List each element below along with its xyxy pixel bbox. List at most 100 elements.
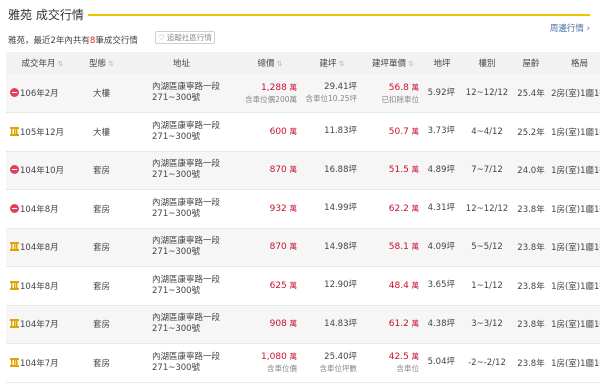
area-value: 29.41坪 (324, 82, 357, 92)
cell-layout: 1房(室)1廳1衛 (551, 127, 600, 138)
cell-land: 5.04坪 (427, 357, 455, 368)
cell-address: 內湖區康寧路一段 271~300號 (124, 344, 239, 383)
cell-address: 內湖區康寧路一段 271~300號 (124, 228, 239, 267)
table-row[interactable]: 104年8月 套房 內湖區康寧路一段 271~300號 932 萬 14.99坪 62.2 … (6, 190, 600, 229)
price-value: 600 (269, 126, 287, 137)
cell-land: 4.31坪 (427, 203, 455, 214)
follow-label: 追蹤社區行情 (166, 33, 212, 42)
cell-age: 23.8年 (517, 204, 545, 215)
cell-area: 11.83坪 (301, 113, 363, 152)
area-note: 含車位坪數 (319, 363, 358, 373)
cell-area: 14.83坪 (301, 305, 363, 344)
cell-unit-price: 42.5 萬含車位 (363, 344, 423, 383)
address-range: 271~300號 (152, 362, 201, 373)
col-area[interactable]: 建坪 (301, 52, 363, 74)
cell-date: 105年12月 (6, 113, 79, 152)
no-parking-icon (10, 88, 19, 97)
col-date[interactable]: 成交年月 (6, 52, 79, 74)
address-range: 271~300號 (152, 208, 201, 219)
address-line: 內湖區康寧路一段 (152, 82, 221, 92)
table-row[interactable]: 104年10月 套房 內湖區康寧路一段 271~300號 870 萬 16.88坪 51.5… (6, 151, 600, 190)
cell-floor: 12~12/12 (465, 88, 509, 98)
price-note: 含車位價 (267, 364, 297, 374)
cell-unit-price: 58.1 萬 (363, 228, 423, 267)
cell-age: 25.4年 (517, 89, 545, 99)
cell-area: 29.41坪 含車位10.25坪 (301, 74, 363, 113)
unit-price-value: 51.5 (388, 165, 409, 176)
cell-type: 套房 (92, 358, 110, 369)
price-value: 870 (269, 165, 287, 176)
unit-price-unit: 萬 (411, 165, 420, 175)
cell-layout: 1房(室)1廳1衛 (551, 204, 600, 215)
price-unit: 萬 (289, 352, 298, 362)
table-row[interactable]: 105年12月 大樓 內湖區康寧路一段 271~300號 600 萬 11.83坪 50.7… (6, 113, 600, 152)
table-row[interactable]: 104年7月 套房 內湖區康寧路一段 271~300號 908 萬 14.83坪 61.2 … (6, 305, 600, 344)
cell-price: 1,080 萬含車位價 (239, 344, 301, 383)
price-unit: 萬 (289, 242, 298, 252)
price-unit: 萬 (289, 319, 298, 329)
cell-address: 內湖區康寧路一段 271~300號 (124, 113, 239, 152)
cell-unit-price: 50.7 萬 (363, 113, 423, 152)
price-unit: 萬 (289, 165, 298, 175)
price-value: 908 (269, 319, 287, 330)
date-value: 104年7月 (20, 358, 59, 369)
date-value: 104年10月 (20, 166, 65, 177)
unit-price-unit: 萬 (411, 203, 420, 213)
heart-icon: ♡ (158, 33, 165, 42)
address-line: 內湖區康寧路一段 (152, 197, 221, 208)
unit-price-value: 50.7 (388, 126, 409, 137)
cell-price: 932 萬 (239, 190, 301, 229)
cell-land: 5.92坪 (427, 87, 455, 98)
cell-type: 大樓 (92, 127, 110, 138)
col-address: 地址 (172, 59, 190, 69)
no-parking-icon (10, 203, 19, 213)
area-value: 12.90坪 (324, 280, 357, 291)
cell-area: 12.90坪 (301, 267, 363, 306)
cell-unit-price: 51.5 萬 (363, 151, 423, 190)
address-range: 271~300號 (152, 285, 201, 296)
price-value: 1,080 (261, 352, 287, 363)
date-value: 106年2月 (20, 89, 59, 99)
address-line: 內湖區康寧路一段 (152, 274, 221, 285)
bank-icon (10, 126, 19, 136)
col-unit-price[interactable]: 建坪單價 (363, 52, 423, 74)
unit-price-unit: 萬 (411, 280, 420, 290)
col-land: 地坪 (433, 59, 451, 69)
date-value: 105年12月 (20, 127, 65, 138)
cell-age: 23.8年 (517, 358, 545, 369)
cell-price: 600 萬 (239, 113, 301, 152)
table-row[interactable]: 106年2月 大樓 內湖區康寧路一段 271~300號 1,288 萬含車位價200萬 2… (6, 74, 600, 113)
nearby-label: 周邊行情 (549, 24, 584, 34)
area-value: 14.98坪 (324, 241, 357, 252)
follow-community-button[interactable]: ♡ 追蹤社區行情 (155, 31, 215, 44)
table-row[interactable]: 104年8月 套房 內湖區康寧路一段 271~300號 625 萬 12.90坪 48.4 … (6, 267, 600, 306)
col-floor: 樓別 (478, 59, 496, 69)
cell-address: 內湖區康寧路一段 271~300號 (124, 74, 239, 113)
price-unit: 萬 (289, 280, 298, 290)
nearby-market-link[interactable]: 周邊行情 › (550, 22, 590, 34)
unit-price-value: 56.8 (388, 82, 409, 93)
cell-land: 3.65坪 (427, 280, 455, 291)
cell-age: 23.8年 (517, 281, 545, 292)
price-unit: 萬 (289, 203, 298, 213)
area-value: 14.83坪 (324, 318, 357, 329)
col-price[interactable]: 總價 (239, 52, 301, 74)
title-divider (88, 14, 590, 16)
area-value: 14.99坪 (324, 203, 357, 214)
cell-area: 25.40坪 含車位坪數 (301, 344, 363, 383)
price-note: 含車位價200萬 (245, 94, 297, 104)
col-type[interactable]: 型態 (79, 52, 124, 74)
address-line: 內湖區康寧路一段 (152, 313, 221, 324)
cell-date: 104年8月 (6, 267, 79, 306)
table-row[interactable]: 104年8月 套房 內湖區康寧路一段 271~300號 870 萬 14.98坪 58.1 … (6, 228, 600, 267)
table-row[interactable]: 104年7月 套房 內湖區康寧路一段 271~300號 1,080 萬含車位價 25.40… (6, 344, 600, 383)
cell-floor: 7~7/12 (471, 165, 503, 176)
unit-price-unit: 萬 (411, 82, 420, 92)
address-range: 271~300號 (152, 170, 201, 181)
cell-land: 3.73坪 (427, 126, 455, 137)
unit-price-value: 42.5 (388, 352, 409, 363)
cell-layout: 1房(室)1廳1衛 (551, 320, 600, 331)
address-line: 內湖區康寧路一段 (152, 351, 221, 362)
cell-unit-price: 48.4 萬 (363, 267, 423, 306)
unit-price-unit: 萬 (411, 242, 420, 252)
